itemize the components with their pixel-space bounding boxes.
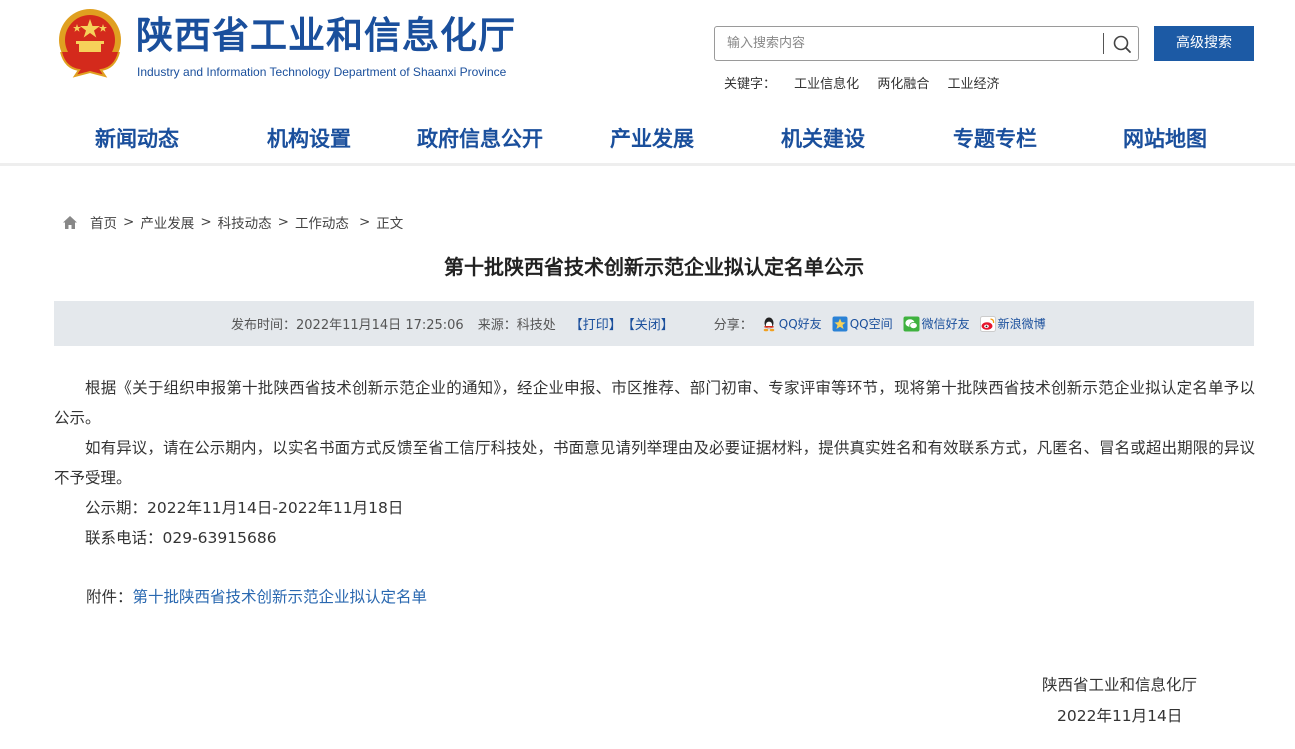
breadcrumb-separator: > bbox=[358, 214, 371, 230]
breadcrumb-industry[interactable]: 产业发展 bbox=[140, 212, 194, 232]
breadcrumb-home[interactable]: 首页 bbox=[90, 212, 117, 232]
source-label: 来源： bbox=[477, 318, 517, 333]
keywords-label: 关键字： bbox=[724, 77, 777, 92]
advanced-search-button[interactable]: 高级搜索 bbox=[1154, 26, 1254, 61]
qzone-icon bbox=[832, 316, 848, 331]
source-value: 科技处 bbox=[516, 318, 556, 333]
breadcrumb-separator: > bbox=[200, 214, 212, 230]
main-nav: 新闻动态 机构设置 政府信息公开 产业发展 机关建设 专题专栏 网站地图 bbox=[55, 118, 1255, 160]
breadcrumb-separator: > bbox=[123, 214, 135, 230]
share-qq-friend-label: QQ好友 bbox=[778, 317, 822, 331]
qq-icon bbox=[763, 317, 775, 331]
publish-time: 2022年11月14日 17:25:06 bbox=[296, 318, 464, 333]
breadcrumb-tech-news[interactable]: 科技动态 bbox=[218, 212, 272, 232]
nav-item-news[interactable]: 新闻动态 bbox=[95, 118, 179, 160]
weibo-icon bbox=[979, 315, 996, 332]
site-subtitle: Industry and Information Technology Depa… bbox=[137, 65, 507, 79]
share-qzone-label: QQ空间 bbox=[849, 317, 893, 331]
keyword-link[interactable]: 工业经济 bbox=[947, 77, 999, 92]
share-weibo-label: 新浪微博 bbox=[997, 317, 1046, 331]
signature-date: 2022年11月14日 bbox=[1057, 707, 1183, 725]
keyword-link[interactable]: 工业信息化 bbox=[794, 77, 859, 92]
search-icon[interactable] bbox=[1111, 33, 1133, 55]
site-title[interactable]: 陕西省工业和信息化厅 bbox=[136, 12, 516, 60]
article-body: 根据《关于组织申报第十批陕西省技术创新示范企业的通知》，经企业申报、市区推荐、部… bbox=[54, 373, 1255, 553]
article-title: 第十批陕西省技术创新示范企业拟认定名单公示 bbox=[444, 255, 864, 279]
breadcrumb-work-news[interactable]: 工作动态 bbox=[295, 212, 349, 232]
national-emblem-icon[interactable] bbox=[55, 6, 125, 80]
attachment-label: 附件： bbox=[86, 588, 133, 606]
contact-phone: 联系电话：029-63915686 bbox=[85, 529, 277, 547]
share-label: 分享： bbox=[713, 318, 753, 333]
share-wechat[interactable]: 微信好友 bbox=[903, 315, 970, 332]
attachment: 附件：第十批陕西省技术创新示范企业拟认定名单 bbox=[86, 582, 427, 612]
breadcrumb: 首页 > 产业发展 > 科技动态 > 工作动态 > 正文 bbox=[62, 212, 403, 232]
close-button[interactable]: 【关闭】 bbox=[622, 314, 674, 333]
nav-item-industry[interactable]: 产业发展 bbox=[610, 118, 694, 160]
nav-item-sitemap[interactable]: 网站地图 bbox=[1123, 118, 1207, 160]
search-divider bbox=[1103, 33, 1104, 54]
article-paragraph: 如有异议，请在公示期内，以实名书面方式反馈至省工信厅科技处，书面意见请列举理由及… bbox=[54, 439, 1255, 487]
breadcrumb-current: 正文 bbox=[376, 216, 404, 232]
nav-item-gov-info[interactable]: 政府信息公开 bbox=[417, 118, 543, 160]
share-qzone[interactable]: QQ空间 bbox=[832, 315, 893, 332]
share-wechat-label: 微信好友 bbox=[921, 317, 970, 331]
attachment-link[interactable]: 第十批陕西省技术创新示范企业拟认定名单 bbox=[133, 588, 428, 606]
signature-org: 陕西省工业和信息化厅 bbox=[1042, 676, 1198, 694]
keyword-link[interactable]: 两化融合 bbox=[877, 77, 929, 92]
print-button[interactable]: 【打印】 bbox=[570, 314, 622, 333]
share-qq-friend[interactable]: QQ好友 bbox=[761, 315, 822, 332]
publicity-period: 公示期：2022年11月14日-2022年11月18日 bbox=[85, 499, 404, 517]
nav-item-party-building[interactable]: 机关建设 bbox=[781, 118, 865, 160]
article-meta-bar: 发布时间： 2022年11月14日 17:25:06 来源： 科技处 【打印】 … bbox=[54, 301, 1254, 346]
wechat-icon bbox=[903, 316, 920, 331]
article-paragraph: 根据《关于组织申报第十批陕西省技术创新示范企业的通知》，经企业申报、市区推荐、部… bbox=[54, 379, 1255, 427]
nav-item-organization[interactable]: 机构设置 bbox=[267, 118, 351, 160]
nav-item-topics[interactable]: 专题专栏 bbox=[953, 118, 1037, 160]
breadcrumb-separator: > bbox=[277, 214, 289, 230]
keywords-bar: 关键字： 工业信息化 两化融合 工业经济 bbox=[724, 73, 1013, 92]
home-icon[interactable] bbox=[62, 215, 78, 230]
search-input[interactable] bbox=[715, 27, 1103, 60]
search-box bbox=[714, 26, 1139, 61]
site-header: 陕西省工业和信息化厅 Industry and Information Tech… bbox=[0, 0, 1295, 166]
share-weibo[interactable]: 新浪微博 bbox=[979, 315, 1046, 332]
publish-time-label: 发布时间： bbox=[231, 318, 297, 333]
